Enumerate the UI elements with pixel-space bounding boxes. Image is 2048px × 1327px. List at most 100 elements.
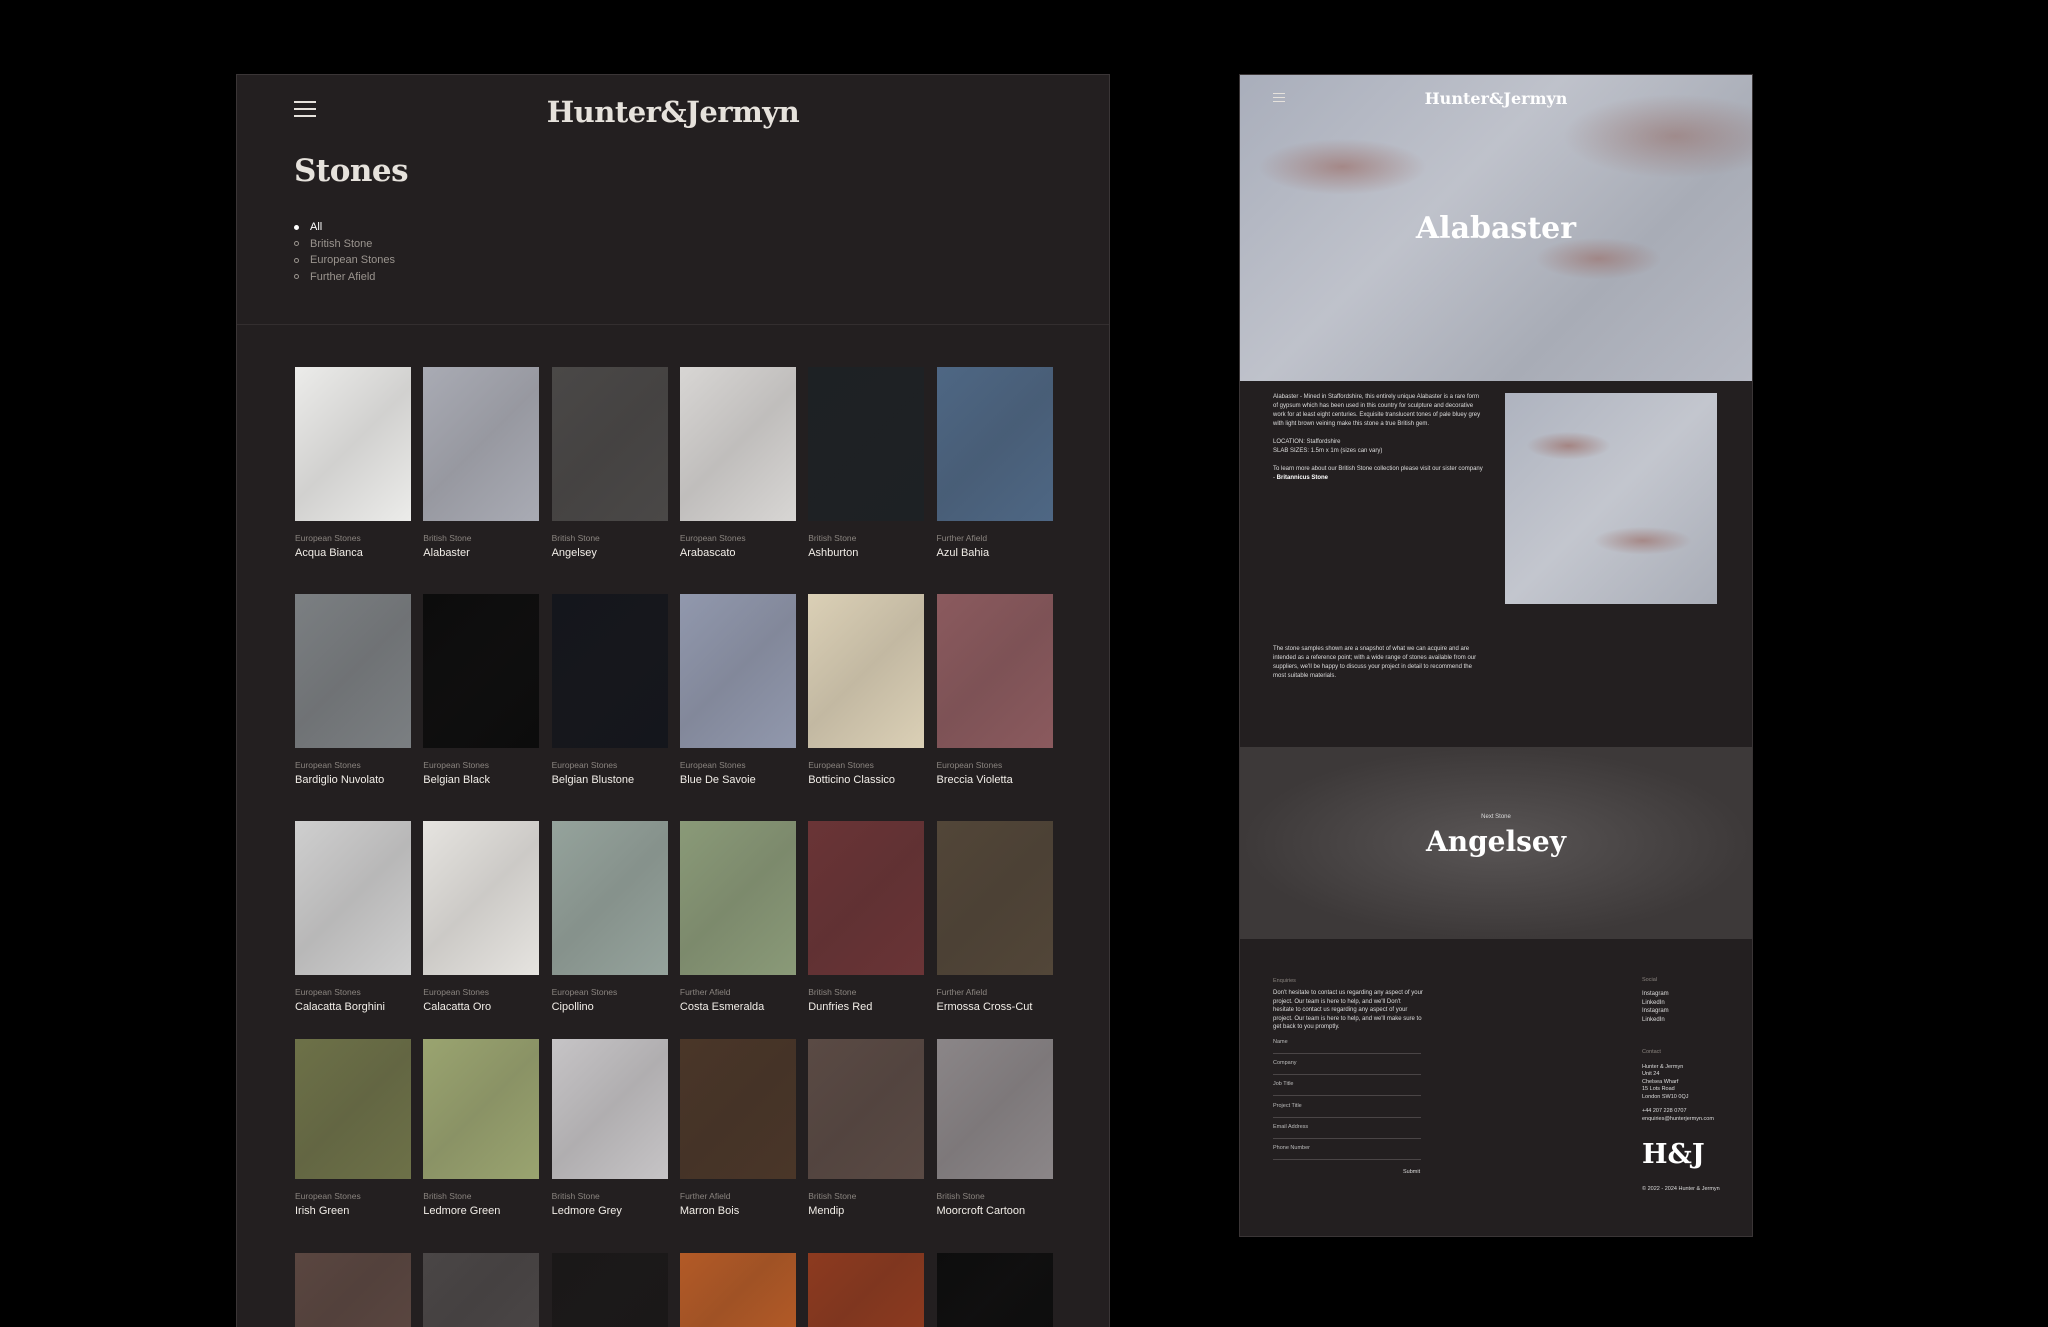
stone-card[interactable] — [936, 1253, 1053, 1327]
stone-swatch[interactable] — [551, 594, 668, 748]
stone-name[interactable]: Moorcroft Cartoon — [937, 1205, 1053, 1217]
stone-swatch[interactable] — [551, 1039, 668, 1179]
stone-card[interactable]: European Stones Belgian Black — [423, 594, 540, 786]
stone-card[interactable]: European Stones Blue De Savoie — [679, 594, 796, 786]
stone-card[interactable]: European Stones Calacatta Borghini — [295, 821, 411, 1013]
stone-card[interactable]: British Stone Ledmore Green — [423, 1039, 540, 1217]
stone-name[interactable]: Blue De Savoie — [680, 774, 796, 786]
stone-card[interactable]: European Stones Acqua Bianca — [295, 367, 411, 559]
stone-swatch[interactable] — [551, 1253, 668, 1327]
form-field-email-address[interactable]: Email Address — [1273, 1124, 1421, 1139]
site-logo[interactable]: Hunter&Jermyn — [1240, 89, 1752, 108]
stone-name[interactable]: Alabaster — [423, 547, 539, 559]
stone-swatch[interactable] — [679, 1253, 796, 1327]
next-stone-banner[interactable]: Next Stone Angelsey — [1240, 747, 1752, 939]
stone-card[interactable]: European Stones Cipollino — [551, 821, 668, 1013]
form-field-phone-number[interactable]: Phone Number — [1273, 1145, 1421, 1160]
stone-name[interactable]: Angelsey — [552, 547, 668, 559]
stone-name[interactable]: Cipollino — [552, 1001, 668, 1013]
stone-name[interactable]: Irish Green — [295, 1205, 411, 1217]
stone-swatch[interactable] — [295, 1253, 411, 1327]
stone-name[interactable]: Mendip — [808, 1205, 924, 1217]
stone-swatch[interactable] — [679, 367, 796, 521]
stone-name[interactable]: Azul Bahia — [937, 547, 1053, 559]
stone-name[interactable]: Marron Bois — [680, 1205, 796, 1217]
stone-swatch[interactable] — [423, 1039, 540, 1179]
social-link-linkedin[interactable]: LinkedIn — [1642, 999, 1669, 1008]
stone-card[interactable]: European Stones Bardiglio Nuvolato — [295, 594, 411, 786]
stone-swatch[interactable] — [423, 821, 540, 975]
form-field-name[interactable]: Name — [1273, 1039, 1421, 1054]
stone-card[interactable]: British Stone Mendip — [808, 1039, 925, 1217]
filter-european-stones[interactable]: European Stones — [294, 252, 395, 269]
stone-card[interactable]: British Stone Ledmore Grey — [551, 1039, 668, 1217]
stone-name[interactable]: Belgian Black — [423, 774, 539, 786]
stone-swatch[interactable] — [679, 821, 796, 975]
stone-swatch[interactable] — [808, 367, 925, 521]
stone-name[interactable]: Acqua Bianca — [295, 547, 411, 559]
stone-swatch[interactable] — [423, 594, 540, 748]
stone-name[interactable]: Calacatta Borghini — [295, 1001, 411, 1013]
filter-further-afield[interactable]: Further Afield — [294, 269, 395, 286]
stone-card[interactable]: Further Afield Costa Esmeralda — [679, 821, 796, 1013]
stone-swatch[interactable] — [936, 1253, 1053, 1327]
stone-swatch[interactable] — [936, 367, 1053, 521]
stone-swatch[interactable] — [936, 821, 1053, 975]
stone-card[interactable]: Further Afield Azul Bahia — [936, 367, 1053, 559]
submit-button[interactable]: Submit — [1403, 1169, 1420, 1175]
stone-card[interactable]: British Stone Ashburton — [808, 367, 925, 559]
stone-name[interactable]: Calacatta Oro — [423, 1001, 539, 1013]
social-link-instagram[interactable]: Instagram — [1642, 1007, 1669, 1016]
phone-number[interactable]: +44 207 228 0707 — [1642, 1108, 1714, 1116]
stone-card[interactable]: British Stone Dunfries Red — [808, 821, 925, 1013]
stone-card[interactable] — [295, 1253, 411, 1327]
stone-name[interactable]: Belgian Blustone — [552, 774, 668, 786]
stone-swatch[interactable] — [808, 594, 925, 748]
form-field-job-title[interactable]: Job Title — [1273, 1081, 1421, 1097]
stone-name[interactable]: Breccia Violetta — [937, 774, 1053, 786]
stone-swatch[interactable] — [936, 1039, 1053, 1179]
stone-card[interactable]: Further Afield Marron Bois — [679, 1039, 796, 1217]
stone-name[interactable]: Costa Esmeralda — [680, 1001, 796, 1013]
stone-name[interactable]: Arabascato — [680, 547, 796, 559]
stone-card[interactable] — [423, 1253, 540, 1327]
filter-all[interactable]: All — [294, 219, 395, 236]
stone-name[interactable]: Ermossa Cross-Cut — [937, 1001, 1053, 1013]
stone-swatch[interactable] — [551, 367, 668, 521]
stone-swatch[interactable] — [423, 367, 540, 521]
stone-card[interactable]: European Stones Irish Green — [295, 1039, 411, 1217]
stone-card[interactable]: Further Afield Ermossa Cross-Cut — [936, 821, 1053, 1013]
stone-card[interactable]: European Stones Belgian Blustone — [551, 594, 668, 786]
stone-card[interactable]: European Stones Botticino Classico — [808, 594, 925, 786]
social-link-instagram[interactable]: Instagram — [1642, 990, 1669, 999]
stone-swatch[interactable] — [295, 821, 411, 975]
stone-card[interactable]: European Stones Arabascato — [679, 367, 796, 559]
stone-name[interactable]: Dunfries Red — [808, 1001, 924, 1013]
email-link[interactable]: enquiries@hunterjermyn.com — [1642, 1116, 1714, 1124]
stone-name[interactable]: Ledmore Grey — [552, 1205, 668, 1217]
social-link-linkedin[interactable]: LinkedIn — [1642, 1016, 1669, 1025]
stone-card[interactable]: British Stone Moorcroft Cartoon — [936, 1039, 1053, 1217]
next-stone-title[interactable]: Angelsey — [1240, 825, 1752, 858]
site-logo[interactable]: Hunter&Jermyn — [237, 95, 1109, 129]
stone-name[interactable]: Ashburton — [808, 547, 924, 559]
stone-swatch[interactable] — [551, 821, 668, 975]
stone-card[interactable]: British Stone Angelsey — [551, 367, 668, 559]
filter-british-stone[interactable]: British Stone — [294, 236, 395, 253]
form-field-project-title[interactable]: Project Title — [1273, 1103, 1421, 1118]
stone-swatch[interactable] — [808, 821, 925, 975]
stone-name[interactable]: Ledmore Green — [423, 1205, 539, 1217]
stone-swatch[interactable] — [808, 1253, 925, 1327]
stone-card[interactable] — [551, 1253, 668, 1327]
stone-swatch[interactable] — [423, 1253, 540, 1327]
stone-swatch[interactable] — [936, 594, 1053, 748]
stone-swatch[interactable] — [295, 594, 411, 748]
stone-card[interactable] — [679, 1253, 796, 1327]
stone-card[interactable] — [808, 1253, 925, 1327]
stone-swatch[interactable] — [808, 1039, 925, 1179]
stone-card[interactable]: European Stones Breccia Violetta — [936, 594, 1053, 786]
stone-name[interactable]: Botticino Classico — [808, 774, 924, 786]
stone-swatch[interactable] — [295, 1039, 411, 1179]
form-field-company[interactable]: Company — [1273, 1060, 1421, 1076]
stone-swatch[interactable] — [679, 594, 796, 748]
